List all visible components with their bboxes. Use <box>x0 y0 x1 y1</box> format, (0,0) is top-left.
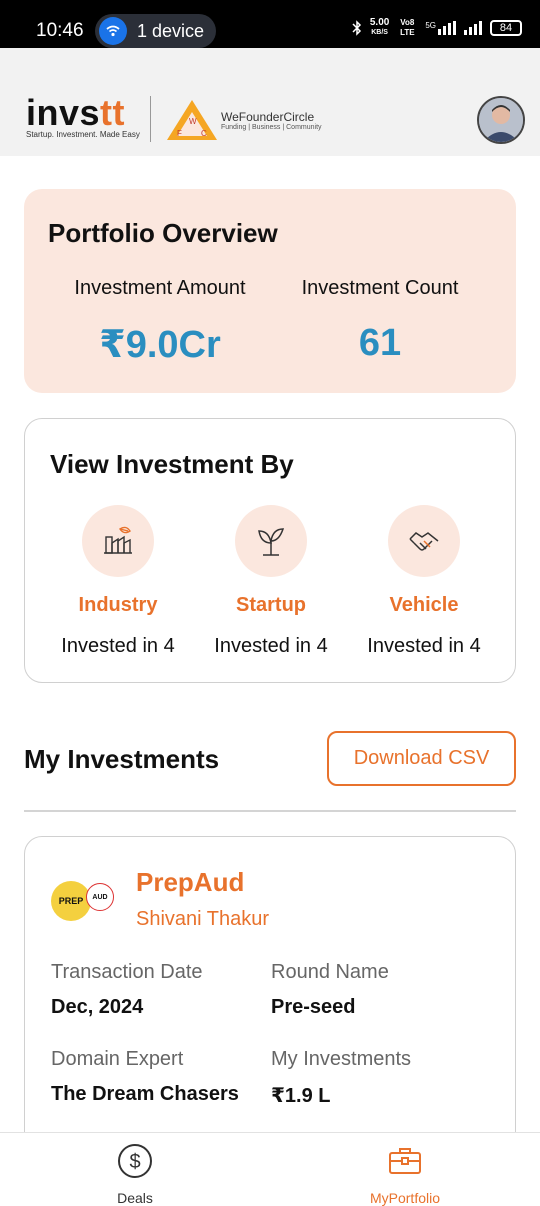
round-name-label: Round Name <box>271 961 389 983</box>
nav-myportfolio[interactable]: MyPortfolio <box>345 1143 465 1206</box>
startup-count: Invested in 4 <box>214 635 328 657</box>
nav-myportfolio-label: MyPortfolio <box>369 1190 441 1206</box>
logo-divider <box>150 96 151 142</box>
bluetooth-icon <box>352 20 361 36</box>
company-logo: PREP AUD <box>51 881 115 921</box>
wifi-icon <box>99 17 127 45</box>
svg-text:$: $ <box>129 1151 140 1173</box>
industry-label: Industry <box>78 594 158 616</box>
view-investment-by-title: View Investment By <box>50 449 294 479</box>
company-name[interactable]: PrepAud <box>136 867 244 898</box>
investment-card[interactable]: PREP AUD PrepAud Shivani Thakur Transact… <box>24 836 516 1156</box>
round-name-value: Pre-seed <box>271 996 356 1018</box>
industry-icon <box>82 505 154 577</box>
svg-text:W: W <box>189 117 197 126</box>
investment-count-value: 61 <box>358 322 402 364</box>
svg-text:C: C <box>201 129 207 138</box>
investment-count-block: Investment Count 61 <box>290 277 470 365</box>
view-by-industry[interactable]: Industry Invested in 4 <box>43 505 193 658</box>
nav-deals-label: Deals <box>117 1190 153 1206</box>
net-speed: 5.00 KB/S <box>369 17 390 37</box>
portfolio-overview-card: Portfolio Overview Investment Amount ₹9.… <box>24 189 516 393</box>
nav-deals[interactable]: $ Deals <box>75 1143 195 1206</box>
app-header: invstt Startup. Investment. Made Easy W … <box>0 48 540 156</box>
handshake-icon <box>388 505 460 577</box>
invstt-logo[interactable]: invstt Startup. Investment. Made Easy <box>26 95 140 140</box>
logo-tagline: Startup. Investment. Made Easy <box>26 130 140 139</box>
domain-expert-label: Domain Expert <box>51 1048 184 1070</box>
device-count: 1 device <box>137 20 205 41</box>
founder-name: Shivani Thakur <box>136 908 270 930</box>
sprout-icon <box>235 505 307 577</box>
startup-label: Startup <box>236 594 306 616</box>
wefoundercircle-logo: W F C WeFounderCircle Funding | Business… <box>165 98 322 142</box>
section-divider <box>24 810 516 812</box>
briefcase-icon <box>389 1148 421 1174</box>
industry-count: Invested in 4 <box>61 635 175 657</box>
wfc-triangle-icon: W F C <box>167 100 217 140</box>
investment-amount-value: ₹9.0Cr <box>99 324 221 366</box>
view-investment-by-card: View Investment By Industry Invested in … <box>24 418 516 683</box>
volte-badge: Vo8 LTE <box>400 18 415 37</box>
investment-amount-block: Investment Amount ₹9.0Cr <box>60 277 260 367</box>
bottom-nav: $ Deals MyPortfolio <box>0 1132 540 1206</box>
investment-amount-label: Investment Amount <box>74 277 246 299</box>
view-by-startup[interactable]: Startup Invested in 4 <box>196 505 346 658</box>
partner-name: WeFounderCircle <box>221 109 315 124</box>
signal-icon <box>464 21 482 35</box>
battery-icon: 84 <box>490 20 522 36</box>
vehicle-count: Invested in 4 <box>367 635 481 657</box>
portfolio-overview-title: Portfolio Overview <box>48 218 278 248</box>
my-investments-value: ₹1.9 L <box>271 1085 331 1107</box>
partner-tagline: Funding | Business | Community <box>221 123 322 131</box>
vehicle-label: Vehicle <box>389 594 459 616</box>
status-icons: 5.00 KB/S Vo8 LTE 5G 84 <box>352 18 522 38</box>
device-pill[interactable]: 1 device <box>95 14 216 48</box>
svg-text:F: F <box>177 129 182 138</box>
investment-count-label: Investment Count <box>301 277 459 299</box>
download-csv-button[interactable]: Download CSV <box>327 731 516 786</box>
signal-5g-icon: 5G <box>425 21 456 35</box>
user-avatar[interactable] <box>477 96 525 144</box>
domain-expert-value: The Dream Chasers <box>51 1083 239 1105</box>
status-bar: 10:46 1 device 5.00 KB/S Vo8 LTE 5G 84 <box>0 0 540 48</box>
dollar-icon: $ <box>118 1144 152 1178</box>
my-investments-title: My Investments <box>24 744 220 774</box>
my-investments-label: My Investments <box>271 1048 412 1070</box>
transaction-date-label: Transaction Date <box>51 961 203 983</box>
status-time: 10:46 <box>36 20 84 41</box>
view-by-vehicle[interactable]: Vehicle Invested in 4 <box>349 505 499 658</box>
transaction-date-value: Dec, 2024 <box>51 996 144 1018</box>
